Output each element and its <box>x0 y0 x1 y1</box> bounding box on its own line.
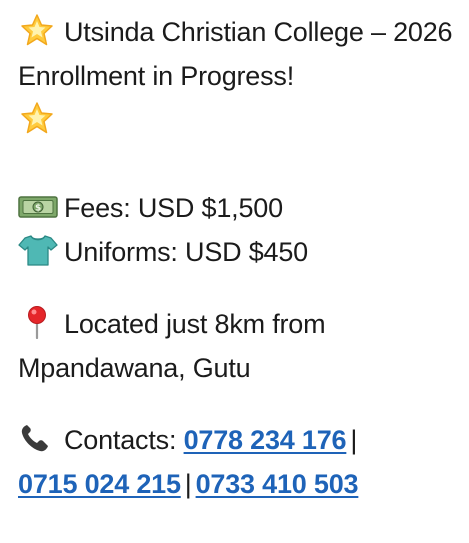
contacts-paragraph: Contacts: 0778 234 176 | 0715 024 215 | 073… <box>18 418 458 506</box>
separator: | <box>350 425 358 455</box>
glowing-star-icon <box>18 13 58 47</box>
title-text: Utsinda Christian College – 2026 Enrollm… <box>18 17 453 91</box>
t-shirt-icon <box>18 233 58 267</box>
message-body: Utsinda Christian College – 2026 Enrollm… <box>18 10 458 506</box>
phone-link-3[interactable]: 0733 410 503 <box>196 469 359 499</box>
location-text: Located just 8km from Mpandawana, Gutu <box>18 309 326 383</box>
uniforms-line: Uniforms: USD $450 <box>18 230 458 274</box>
uniforms-text: Uniforms: USD $450 <box>64 237 308 267</box>
fees-line: $ Fees: USD $1,500 <box>18 186 458 230</box>
glowing-star-icon <box>18 101 58 135</box>
round-pushpin-icon <box>18 305 58 339</box>
separator: | <box>184 469 192 499</box>
contacts-label: Contacts: <box>64 425 177 455</box>
phone-link-1[interactable]: 0778 234 176 <box>184 425 347 455</box>
title-paragraph: Utsinda Christian College – 2026 Enrollm… <box>18 10 458 142</box>
svg-text:$: $ <box>35 204 41 214</box>
fees-text: Fees: USD $1,500 <box>64 193 283 223</box>
phone-link-2[interactable]: 0715 024 215 <box>18 469 181 499</box>
dollar-banknote-icon: $ <box>18 189 58 223</box>
location-paragraph: Located just 8km from Mpandawana, Gutu <box>18 302 458 390</box>
telephone-receiver-icon <box>18 421 58 455</box>
